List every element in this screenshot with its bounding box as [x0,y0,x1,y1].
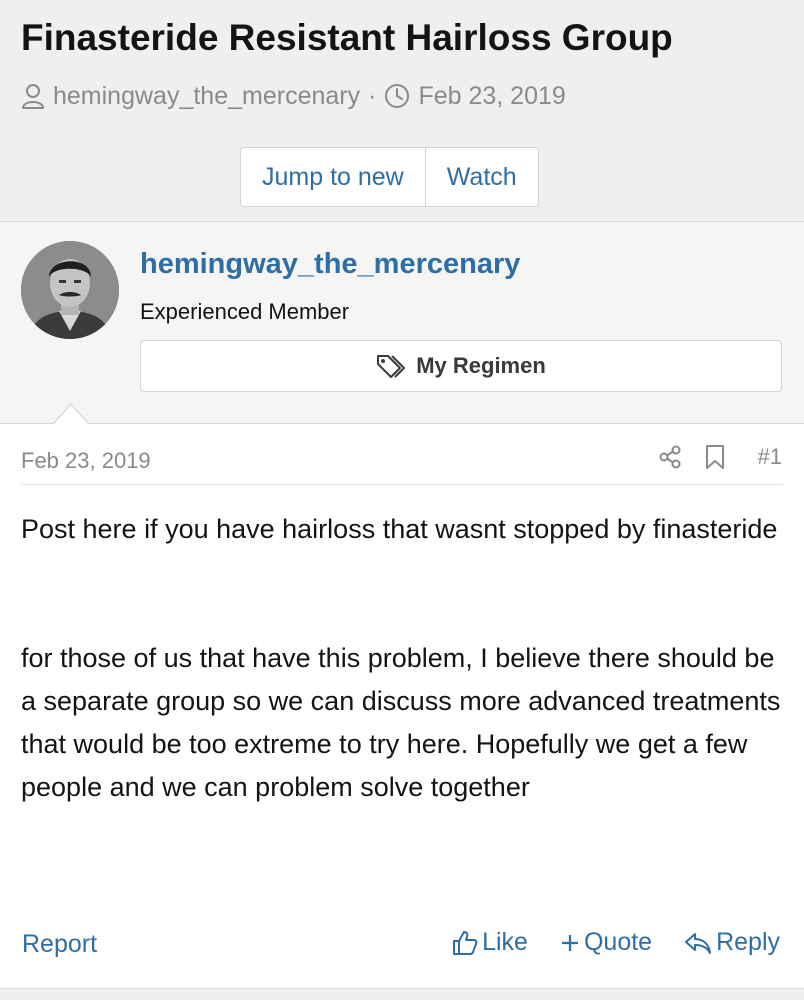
bookmark-button[interactable] [704,444,726,470]
quote-button[interactable]: Quote [560,928,652,957]
user-arrow [53,403,89,425]
thread-meta: hemingway_the_mercenary · Feb 23, 2019 [21,80,566,112]
thread-button-group: Jump to new Watch [240,147,539,207]
thread-header: Finasteride Resistant Hairloss Group hem… [0,0,804,222]
share-button[interactable] [658,445,682,469]
user-icon [22,84,44,109]
meta-separator: · [368,81,377,110]
post-meta: Feb 23, 2019 #1 [0,440,804,482]
thread-author-link[interactable]: hemingway_the_mercenary [53,82,360,111]
bottom-bar [0,988,804,1000]
thumbs-up-icon [453,930,478,955]
thread-date-link[interactable]: Feb 23, 2019 [418,82,565,111]
tags-icon [377,355,406,378]
post-user-block: hemingway_the_mercenary Experienced Memb… [0,222,804,424]
post-divider [21,484,783,485]
share-icon [659,445,681,469]
jump-to-new-button[interactable]: Jump to new [241,148,425,206]
like-label: Like [482,928,528,956]
post-paragraph: Post here if you have hairloss that wasn… [21,514,778,544]
bookmark-icon [705,445,724,469]
plus-icon [561,934,578,951]
clock-icon [385,84,410,108]
user-title: Experienced Member [140,299,350,324]
page-title: Finasteride Resistant Hairloss Group [21,17,673,58]
like-button[interactable]: Like [452,928,528,957]
quote-label: Quote [583,928,653,956]
report-link[interactable]: Report [22,930,97,959]
reaction-bar: Like Quote Reply [420,928,780,957]
reply-button[interactable]: Reply [684,928,780,957]
post-actions: #1 [636,444,782,470]
reply-icon [685,932,712,954]
watch-button[interactable]: Watch [424,148,538,206]
post-number-link[interactable]: #1 [758,444,782,470]
my-regimen-button[interactable]: My Regimen [140,340,782,392]
reply-label: Reply [716,928,780,956]
avatar[interactable] [21,241,119,339]
post-paragraph: for those of us that have this problem, … [21,643,781,802]
post-body: Post here if you have hairloss that wasn… [21,508,791,809]
post-footer: Report Like Quote Reply [0,922,804,968]
post-date-link[interactable]: Feb 23, 2019 [21,448,151,474]
my-regimen-label: My Regimen [416,353,546,378]
post-username[interactable]: hemingway_the_mercenary [140,248,520,281]
